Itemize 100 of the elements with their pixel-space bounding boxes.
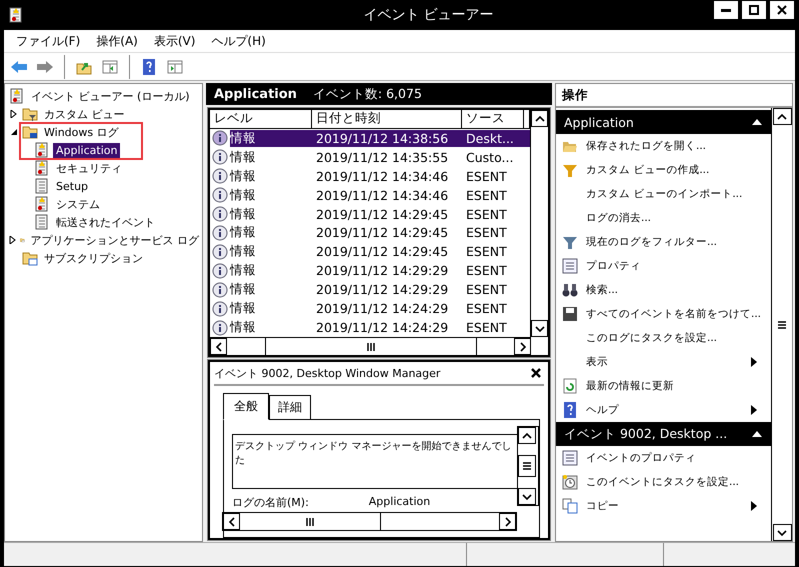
table-cell-text: ESENT (465, 188, 508, 203)
section-header[interactable]: イベント 9002, Desktop ... (556, 422, 771, 446)
table-cell-text: 情報 (230, 130, 257, 147)
action-item[interactable]: カスタム ビューのインポート... (556, 182, 771, 206)
selected-row[interactable]: 情報 2019/11/12 14:38:56 Deskt... (230, 130, 530, 147)
table-cell-text: 2019/11/12 14:35:55 (315, 150, 450, 165)
info-icon (212, 206, 228, 222)
table-cell-text: ESENT (465, 263, 508, 278)
info-icon (212, 224, 228, 241)
clock-icon (562, 474, 578, 490)
action-item[interactable]: カスタム ビューの作成... (556, 158, 771, 182)
horizontal-scrollbar[interactable] (222, 512, 517, 531)
table-cell-text: 情報 (230, 206, 257, 223)
menu-item[interactable]: 操作(A) (88, 32, 146, 50)
menu-item[interactable]: 表示(V) (146, 32, 204, 50)
info-icon (212, 320, 228, 336)
table-cell-text: 情報 (230, 148, 257, 166)
action-item[interactable]: すべてのイベントを名前をつけて... (556, 302, 771, 326)
action-item[interactable]: 検索... (556, 278, 771, 302)
tree-item[interactable]: サブスクリプション (41, 250, 146, 266)
action-item[interactable]: 表示 (556, 350, 771, 374)
table-cell-text: 2019/11/12 14:29:29 (315, 282, 450, 298)
action-item[interactable]: このログにタスクを設定... (556, 326, 771, 350)
collapsed-arrow-icon[interactable] (10, 110, 18, 118)
table-cell-text: 2019/11/12 14:34:46 (315, 168, 450, 184)
menu-item[interactable]: ファイル(F) (8, 32, 88, 50)
table-cell-text: 2019/11/12 14:24:29 (315, 320, 450, 336)
action-item[interactable]: 最新の情報に更新 (556, 374, 771, 398)
log-warning-icon (9, 88, 25, 104)
table-cell-text: 2019/11/12 14:29:45 (315, 206, 450, 222)
pane-icon[interactable] (166, 58, 184, 76)
column-header[interactable]: 日付と時刻 (312, 110, 462, 128)
table-cell-text: 情報 (230, 243, 257, 260)
table-cell-text: ESENT (465, 206, 508, 222)
action-item[interactable]: コピー (556, 494, 771, 518)
table-cell-text: 2019/11/12 14:24:29 (315, 301, 450, 316)
table-cell-text: 情報 (230, 224, 257, 242)
info-icon (212, 300, 228, 317)
table-cell-text: ESENT (465, 320, 508, 336)
tree-item[interactable]: システム (53, 196, 103, 212)
properties-icon (562, 258, 578, 274)
tab[interactable]: 全般 (223, 393, 269, 420)
vertical-scrollbar[interactable] (517, 426, 539, 506)
tree-item[interactable]: 転送されたイベント (53, 214, 158, 230)
menu-item[interactable]: ヘルプ(H) (203, 32, 274, 50)
copy-icon (562, 498, 578, 514)
horizontal-scrollbar[interactable] (210, 337, 531, 355)
log-warning-icon (34, 160, 50, 176)
folder-funnel-icon (22, 106, 38, 122)
action-item[interactable]: 現在のログをフィルター... (556, 230, 771, 254)
tree-item[interactable]: Setup (53, 178, 92, 194)
tree-item[interactable]: アプリケーションとサービス ログ (28, 232, 202, 248)
action-item[interactable]: プロパティ (556, 254, 771, 278)
detail-title: イベント 9002, Desktop Window Manager (214, 366, 440, 380)
log-icon (34, 214, 50, 230)
collapsed-arrow-icon[interactable] (9, 236, 17, 244)
event-description: デスクトップ ウィンドウ マネージャーを開始できませんでした (232, 434, 517, 489)
vertical-scrollbar[interactable] (771, 108, 792, 541)
section-header[interactable]: Application (556, 110, 771, 134)
section-title: イベント 9002, Desktop ... (564, 426, 728, 442)
log-title: Application (214, 86, 297, 102)
action-item[interactable]: ログの消去... (556, 206, 771, 230)
info-icon (212, 282, 228, 298)
table-cell-text: ESENT (465, 244, 508, 260)
help-icon[interactable] (140, 58, 158, 76)
column-header[interactable]: レベル (210, 110, 312, 128)
scroll-grip-icon (522, 462, 532, 470)
info-icon (212, 149, 228, 166)
pane-icon[interactable] (101, 58, 119, 76)
scroll-grip-icon (366, 342, 374, 352)
tab[interactable]: 詳細 (269, 395, 311, 419)
tree-item[interactable]: セキュリティ (53, 160, 125, 176)
maximize-icon (748, 4, 760, 16)
tree-item[interactable]: Windows ログ (41, 124, 122, 140)
action-item[interactable]: イベントのプロパティ (556, 446, 771, 470)
column-header[interactable]: ソース (462, 110, 524, 128)
folder-computer-icon (22, 124, 38, 140)
info-icon (212, 244, 228, 260)
funnel-icon (562, 234, 578, 250)
action-item[interactable]: ヘルプ (556, 398, 771, 422)
table-cell-text: 情報 (230, 186, 257, 204)
tree-item[interactable]: カスタム ビュー (41, 106, 128, 122)
table-cell-text: 2019/11/12 14:29:45 (315, 244, 450, 260)
tree-item[interactable]: Application (53, 142, 120, 158)
field-label: ログの名前(M): (232, 495, 309, 510)
scroll-grip-icon (306, 516, 314, 526)
info-icon (212, 187, 228, 204)
close-icon[interactable] (530, 367, 542, 379)
expanded-arrow-icon[interactable] (10, 128, 18, 136)
window-title: イベント ビューアー (362, 6, 495, 24)
tree-item[interactable]: イベント ビューアー (ローカル) (28, 88, 193, 104)
table-cell-text: 2019/11/12 14:34:46 (315, 188, 450, 203)
minimize-button[interactable] (713, 0, 739, 20)
maximize-button[interactable] (741, 0, 767, 20)
close-button[interactable] (769, 0, 795, 20)
action-item[interactable]: 保存されたログを開く... (556, 134, 771, 158)
table-cell-text: ESENT (465, 282, 508, 298)
vertical-scrollbar[interactable] (530, 110, 548, 337)
table-cell-text: 2019/11/12 14:29:45 (315, 225, 450, 240)
action-item[interactable]: このイベントにタスクを設定... (556, 470, 771, 494)
